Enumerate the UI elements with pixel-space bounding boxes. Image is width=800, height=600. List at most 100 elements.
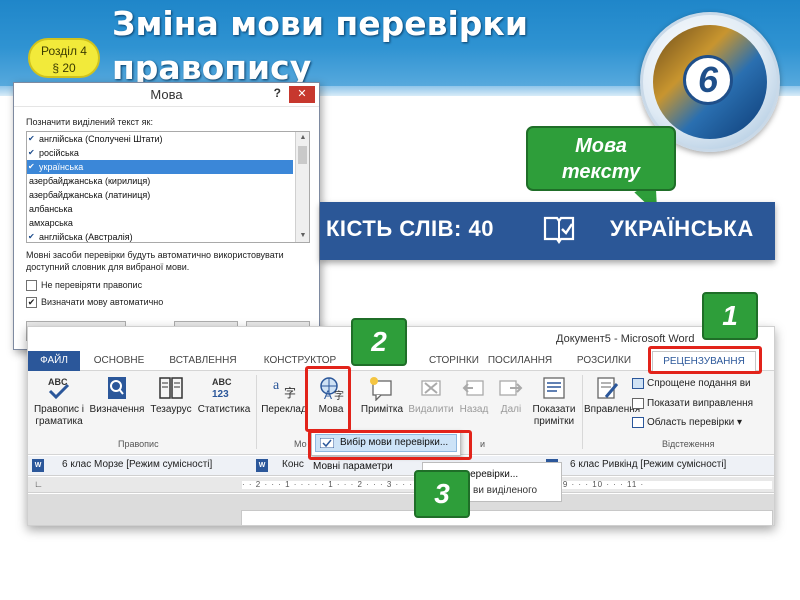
language-option[interactable]: азербайджанська (кирилиця) bbox=[27, 174, 309, 188]
help-icon[interactable]: ? bbox=[274, 86, 281, 100]
translate-label: Переклад bbox=[261, 404, 307, 415]
language-options-item[interactable]: Мовні параметри bbox=[313, 461, 393, 472]
spelling-button[interactable]: ABC Правопис і граматика bbox=[30, 375, 88, 428]
review-tab-highlight bbox=[648, 346, 762, 374]
section-badge: Розділ 4 § 20 bbox=[28, 38, 100, 78]
ribbon-separator bbox=[256, 375, 257, 449]
step-badge-2: 2 bbox=[351, 318, 407, 366]
no-spellcheck-box[interactable] bbox=[26, 280, 37, 292]
language-option-label: албанська bbox=[29, 204, 73, 214]
tab-stop-icon[interactable]: ∟ bbox=[34, 479, 44, 489]
track-changes-button[interactable]: Вправлення bbox=[584, 375, 640, 416]
section-number: Розділ 4 bbox=[41, 44, 87, 58]
status-language[interactable]: УКРАЇНСЬКА bbox=[610, 216, 754, 242]
tab-insert[interactable]: ВСТАВЛЕННЯ bbox=[158, 351, 248, 371]
tab-mailings[interactable]: РОЗСИЛКИ bbox=[570, 351, 638, 371]
tab-home[interactable]: ОСНОВНЕ bbox=[84, 351, 154, 371]
scroll-up-icon[interactable]: ▲ bbox=[296, 132, 309, 144]
step-badge-3: 3 bbox=[414, 470, 470, 518]
language-option[interactable]: амхарська bbox=[27, 216, 309, 230]
no-spellcheck-label: Не перевіряти правопис bbox=[41, 280, 143, 290]
review-pane-label: Область перевірки bbox=[647, 417, 735, 428]
thesaurus-button[interactable]: Тезаурус bbox=[146, 375, 196, 416]
language-option[interactable]: азербайджанська (латиниця) bbox=[27, 188, 309, 202]
next-button[interactable]: Далі bbox=[494, 375, 528, 416]
language-option-label: амхарська bbox=[29, 218, 73, 228]
show-comments-label: Показати примітки bbox=[532, 404, 576, 427]
word-doc-icon: W bbox=[32, 459, 44, 472]
tab-references[interactable]: ПОСИЛАННЯ bbox=[482, 351, 558, 371]
comment-button[interactable]: Примітка bbox=[358, 375, 406, 416]
paragraph-number: § 20 bbox=[52, 61, 76, 75]
delete-comment-icon bbox=[421, 380, 441, 396]
language-option[interactable]: ✔ англійська (Австралія) bbox=[27, 230, 309, 242]
define-button[interactable]: Визначення bbox=[88, 375, 146, 416]
scroll-down-icon[interactable]: ▼ bbox=[296, 230, 309, 242]
auto-detect-box[interactable]: ✔ bbox=[26, 297, 37, 309]
show-comments-button[interactable]: Показати примітки bbox=[528, 375, 580, 428]
simple-markup-dropdown[interactable]: Спрощене подання ви bbox=[632, 377, 751, 391]
language-option[interactable]: ✔ англійська (Сполучені Штати) bbox=[27, 132, 309, 146]
previous-comment-icon bbox=[462, 380, 484, 396]
document-page[interactable] bbox=[241, 510, 773, 525]
svg-text:字: 字 bbox=[284, 385, 296, 400]
language-dialog: Мова ? ✕ Позначити виділений текст як: ✔… bbox=[13, 82, 320, 350]
auto-detect-checkbox[interactable]: ✔ Визначати мову автоматично bbox=[26, 296, 164, 309]
proofing-book-icon[interactable] bbox=[542, 212, 576, 246]
word-title: Документ5 - Microsoft Word bbox=[556, 333, 695, 345]
language-button-highlight bbox=[305, 366, 351, 432]
slide-title: Зміна мови перевірки правопису bbox=[112, 4, 528, 87]
scroll-thumb[interactable] bbox=[298, 146, 307, 164]
markup-icon bbox=[632, 377, 644, 389]
svg-text:a: a bbox=[273, 378, 280, 393]
stats-label: Статистика bbox=[197, 404, 251, 415]
next-comment-icon bbox=[499, 380, 523, 396]
ruler-bar: ∟ · · 2 · · · 1 · · · · · 1 · · · 2 · · … bbox=[28, 477, 774, 493]
svg-text:123: 123 bbox=[212, 389, 229, 400]
spellcheck-icon: ✔ bbox=[28, 148, 35, 157]
stats-button[interactable]: ABC 123 Статистика bbox=[196, 375, 252, 416]
review-pane-dropdown[interactable]: Область перевірки ▾ bbox=[632, 416, 742, 430]
group-tracking-label: Відстеження bbox=[662, 439, 715, 449]
define-search-icon bbox=[108, 377, 126, 399]
language-option[interactable]: ✔ російська bbox=[27, 146, 309, 160]
doc-tab-cons[interactable]: Конс bbox=[282, 459, 304, 470]
comment-label: Примітка bbox=[360, 404, 404, 415]
previous-label: Назад bbox=[459, 404, 489, 415]
dropdown-item-highlight bbox=[308, 430, 472, 460]
show-markup-dropdown[interactable]: Показати виправлення bbox=[632, 397, 753, 411]
language-option[interactable]: албанська bbox=[27, 202, 309, 216]
doc-tab-morze[interactable]: 6 клас Морзе [Режим сумісності] bbox=[62, 459, 212, 470]
list-scrollbar[interactable]: ▲ ▼ bbox=[295, 132, 309, 242]
auto-detect-label: Визначати мову автоматично bbox=[41, 297, 164, 307]
language-option-label: азербайджанська (кирилиця) bbox=[29, 176, 151, 186]
word-count-icon: ABC 123 bbox=[212, 377, 232, 400]
language-option-label: українська bbox=[39, 162, 84, 172]
simple-markup-label: Спрощене подання ви bbox=[647, 378, 751, 389]
track-changes-icon bbox=[597, 377, 619, 399]
show-comments-icon bbox=[543, 377, 565, 399]
show-markup-icon bbox=[632, 397, 644, 409]
doc-tab-ryvkind[interactable]: 6 клас Ривкінд [Режим сумісності] bbox=[570, 459, 726, 470]
close-icon[interactable]: ✕ bbox=[289, 86, 315, 103]
status-bar: КІСТЬ СЛІВ: 40 УКРАЇНСЬКА bbox=[320, 202, 775, 260]
previous-button[interactable]: Назад bbox=[456, 375, 492, 416]
spelling-label: Правопис і граматика bbox=[33, 404, 85, 427]
tab-file[interactable]: ФАЙЛ bbox=[28, 351, 80, 371]
language-option[interactable]: ✔ українська bbox=[27, 160, 293, 174]
word-count[interactable]: КІСТЬ СЛІВ: 40 bbox=[326, 216, 494, 242]
step-badge-1: 1 bbox=[702, 292, 758, 340]
translate-button[interactable]: a 字 Переклад bbox=[260, 375, 308, 416]
language-option-label: англійська (Австралія) bbox=[39, 232, 133, 242]
tab-layout[interactable]: СТОРІНКИ bbox=[424, 351, 484, 371]
callout-line2: тексту bbox=[561, 161, 641, 183]
delete-button[interactable]: Видалити bbox=[408, 375, 454, 416]
show-markup-label: Показати виправлення bbox=[647, 398, 754, 409]
document-area bbox=[28, 494, 774, 525]
svg-text:ABC: ABC bbox=[212, 377, 232, 387]
no-spellcheck-checkbox[interactable]: Не перевіряти правопис bbox=[26, 279, 143, 292]
language-list[interactable]: ✔ англійська (Сполучені Штати) ✔ російська ✔… bbox=[26, 131, 310, 243]
grade-number: 6 bbox=[683, 55, 733, 105]
language-option-label: азербайджанська (латиниця) bbox=[29, 190, 151, 200]
submenu-line2[interactable]: ви виділеного bbox=[473, 485, 537, 496]
